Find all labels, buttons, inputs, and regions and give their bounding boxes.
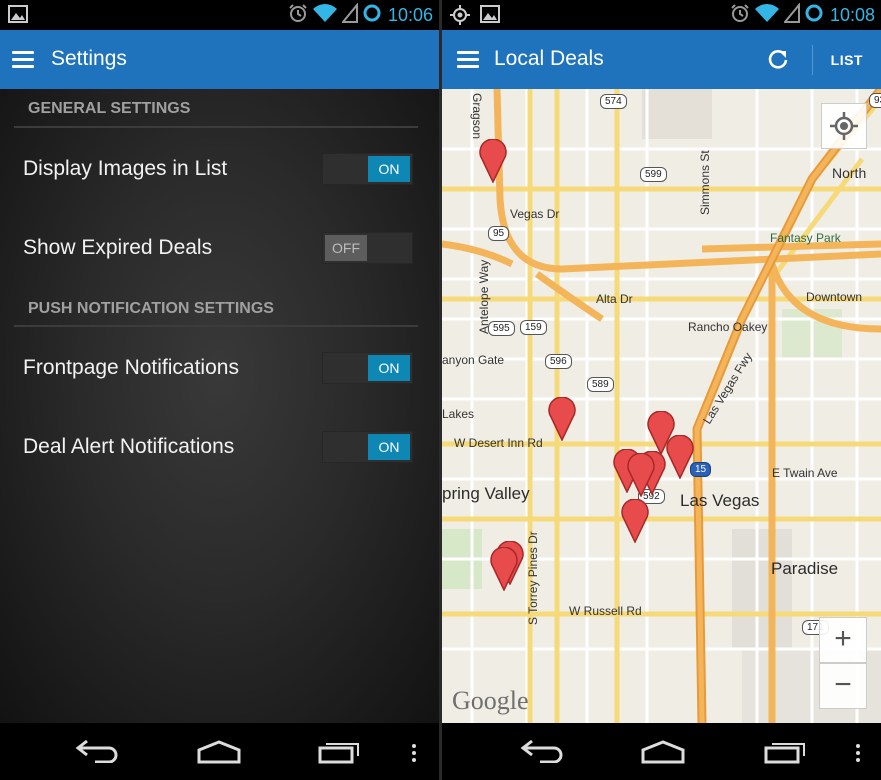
map-label: Rancho Oakey [688,320,768,334]
page-title: Settings [51,47,127,70]
route-shield: 574 [600,94,627,109]
map-label: Fantasy Park [770,231,841,245]
map-label: Alta Dr [596,292,633,306]
route-shield: 595 [488,321,515,336]
google-logo: Google [452,686,529,715]
section-divider [14,325,418,327]
setting-label-frontpage: Frontpage Notifications [23,356,239,379]
route-shield: 93 [869,93,881,108]
home-icon[interactable] [640,740,686,768]
wifi-icon [754,3,780,27]
alarm-icon [730,3,750,27]
action-divider [812,45,813,75]
deal-pin[interactable] [621,499,649,543]
map-label: Lakes [442,407,475,421]
route-shield: 596 [545,354,572,369]
map-label: E Twain Ave [772,466,838,480]
map-label: anyon Gate [442,353,505,367]
map-label: pring Valley [442,484,530,503]
deal-pin[interactable] [548,397,576,441]
map-label: Simmons St [698,150,712,215]
map-label: S Torrey Pines Dr [526,531,540,625]
recent-apps-icon[interactable] [764,740,808,768]
toggle-state: ON [368,434,410,460]
crosshair-icon [830,112,858,140]
deal-pin[interactable] [490,547,518,591]
toggle-state: ON [368,355,410,381]
back-icon[interactable] [75,739,119,767]
navigation-bar [0,723,439,780]
toggle-state: ON [368,156,410,182]
gallery-notification-icon [480,5,500,29]
map-label: North [832,165,867,181]
action-bar: Settings [0,30,439,89]
signal-icon [782,2,800,27]
sync-icon [804,3,824,27]
deal-pin[interactable] [627,453,655,497]
sync-icon [362,3,382,27]
settings-screen: 10:06 Settings GENERAL SETTINGS Display … [0,0,439,780]
overflow-menu-icon[interactable] [411,743,417,767]
status-bar: 10:08 [442,0,881,30]
status-bar: 10:06 [0,0,439,30]
map-label: Las Vegas [680,491,760,510]
wifi-icon [312,3,338,27]
alarm-icon [288,3,308,27]
route-shield: 599 [640,167,667,182]
section-header-general: GENERAL SETTINGS [28,100,191,117]
section-header-push: PUSH NOTIFICATION SETTINGS [28,300,274,317]
status-time: 10:06 [387,4,433,25]
my-location-button[interactable] [821,103,867,149]
page-title: Local Deals [494,47,604,70]
setting-label-display-images: Display Images in List [23,157,228,180]
map-label: Paradise [771,559,839,578]
overflow-menu-icon[interactable] [855,743,861,767]
gps-icon [450,5,470,29]
local-deals-screen: 10:08 Local Deals LIST Gragson Vegas Dr … [442,0,881,780]
gallery-notification-icon [8,5,28,27]
toggle-state: OFF [325,235,367,261]
deal-pin[interactable] [479,139,507,183]
map-label: Downtown [806,290,863,304]
refresh-icon[interactable] [767,48,789,74]
map-label: Vegas Dr [510,207,560,221]
action-bar: Local Deals LIST [442,30,881,89]
settings-list: GENERAL SETTINGS Display Images in List … [0,89,439,723]
map-label: Gragson [470,93,484,140]
map-label: W Desert Inn Rd [454,436,543,450]
navigation-bar [442,723,881,780]
menu-icon[interactable] [12,51,34,68]
back-icon[interactable] [520,739,564,767]
section-divider [14,126,418,128]
setting-label-show-expired: Show Expired Deals [23,236,213,259]
route-shield: 95 [488,226,510,241]
route-shield: 589 [587,377,614,392]
toggle-frontpage[interactable]: ON [322,352,413,384]
status-time: 10:08 [829,4,875,25]
deals-map[interactable]: Gragson Vegas Dr Simmons St North Fantas… [442,89,881,723]
recent-apps-icon[interactable] [318,740,362,768]
deal-pin[interactable] [666,435,694,479]
toggle-deal-alert[interactable]: ON [322,431,413,463]
toggle-show-expired[interactable]: OFF [322,232,413,264]
setting-label-deal-alert: Deal Alert Notifications [23,435,235,458]
zoom-in-button[interactable]: + [819,617,867,663]
map-label: W Russell Rd [569,604,642,618]
menu-icon[interactable] [457,51,479,68]
toggle-display-images[interactable]: ON [322,153,413,185]
route-shield: 159 [520,320,547,335]
home-icon[interactable] [196,740,242,768]
signal-icon [340,2,358,27]
list-view-button[interactable]: LIST [831,52,863,68]
zoom-out-button[interactable]: − [819,663,867,709]
